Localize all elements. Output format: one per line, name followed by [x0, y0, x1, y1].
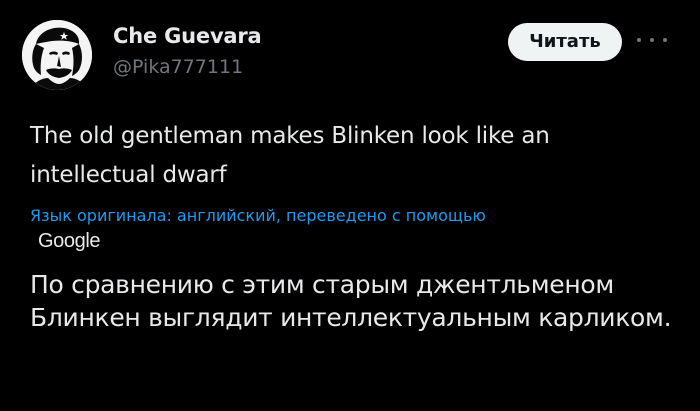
tweet-card: Che Guevara @Pika777111 Читать The old g… [0, 0, 700, 411]
dot [663, 38, 667, 42]
tweet-text: The old gentleman makes Blinken look lik… [30, 123, 550, 188]
author-handle[interactable]: @Pika777111 [113, 56, 243, 78]
author-display-name[interactable]: Che Guevara [113, 24, 262, 48]
dot [637, 38, 641, 42]
avatar[interactable] [22, 20, 92, 90]
translation-note[interactable]: Язык оригинала: английский, переведено с… [30, 204, 670, 228]
read-button[interactable]: Читать [508, 23, 622, 61]
more-horizontal-icon[interactable] [637, 28, 667, 52]
portrait-icon [22, 20, 92, 90]
google-logo: Google [38, 230, 101, 252]
dot [650, 38, 654, 42]
translated-text: По сравнению с этим старым джентльменом … [30, 270, 672, 332]
